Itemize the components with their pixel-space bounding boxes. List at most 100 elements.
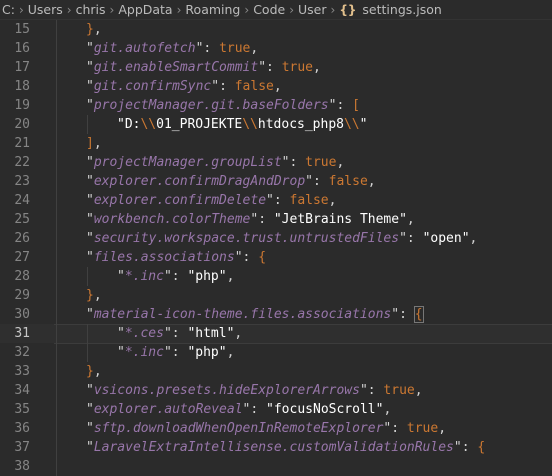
line-number: 19 — [14, 98, 30, 113]
code-line[interactable]: 15}, — [0, 20, 552, 39]
code-text[interactable]: "explorer.confirmDelete": false, — [86, 191, 336, 210]
breadcrumb-item[interactable]: chris — [74, 2, 108, 17]
indent-guide — [56, 115, 57, 134]
code-line[interactable]: 23 "explorer.confirmDragAndDrop": false, — [0, 172, 552, 191]
breadcrumb: C: › Users › chris › AppData › Roaming › Code › User… — [0, 0, 552, 20]
line-number: 30 — [14, 307, 30, 322]
code-line[interactable]: 36 "sftp.downloadWhenOpenInRemoteExplorer… — [0, 419, 552, 438]
line-number: 37 — [14, 440, 30, 455]
code-line[interactable]: 38 — [0, 457, 552, 476]
breadcrumb-item[interactable]: AppData — [116, 2, 174, 17]
code-editor[interactable]: 15}, 16 "git.autofetch": true, 17 "git.enabl… — [0, 20, 552, 476]
code-text[interactable]: }, — [86, 20, 102, 39]
code-line[interactable]: 20 "D:\\01_PROJEKTE\\htdocs_php8\\" — [0, 115, 552, 134]
code-line[interactable]: 21], — [0, 134, 552, 153]
line-number: 31 — [14, 326, 30, 341]
indent-guide — [56, 343, 57, 362]
line-number: 28 — [14, 269, 30, 284]
indent-guide — [56, 267, 57, 286]
breadcrumb-file[interactable]: settings.json — [360, 2, 443, 17]
breadcrumb-item[interactable]: Code — [251, 2, 287, 17]
indent-guide — [56, 39, 57, 58]
code-line[interactable]: 35 "explorer.autoReveal": "focusNoScroll"… — [0, 400, 552, 419]
code-text[interactable]: "security.workspace.trust.untrustedFiles… — [86, 229, 477, 248]
breadcrumb-separator-icon: › — [330, 2, 336, 17]
code-line[interactable]: 32 "*.inc": "php", — [0, 343, 552, 362]
line-number: 32 — [14, 345, 30, 360]
code-text[interactable]: "LaravelExtraIntellisense.customValidati… — [86, 438, 485, 457]
code-line[interactable]: 17 "git.enableSmartCommit": true, — [0, 58, 552, 77]
indent-guide — [56, 286, 57, 305]
line-number: 20 — [14, 117, 30, 132]
code-text[interactable]: "vsicons.presets.hideExplorerArrows": tr… — [86, 381, 423, 400]
indent-guide — [56, 381, 57, 400]
code-text[interactable]: "*.inc": "php", — [117, 267, 234, 286]
code-line[interactable]: 31 "*.ces": "html", — [0, 324, 552, 344]
line-number: 23 — [14, 174, 30, 189]
code-text[interactable]: "*.ces": "html", — [117, 324, 242, 343]
code-line[interactable]: 24 "explorer.confirmDelete": false, — [0, 191, 552, 210]
line-number: 36 — [14, 421, 30, 436]
indent-guide — [56, 20, 57, 39]
line-number: 16 — [14, 41, 30, 56]
breadcrumb-separator-icon: › — [289, 2, 295, 17]
breadcrumb-item[interactable]: C: — [0, 2, 17, 17]
breadcrumb-separator-icon: › — [66, 2, 72, 17]
code-text[interactable]: "git.confirmSync": false, — [86, 77, 282, 96]
code-text[interactable]: }, — [86, 286, 102, 305]
code-line[interactable]: 30 "material-icon-theme.files.association… — [0, 305, 552, 324]
indent-guide — [56, 305, 57, 324]
breadcrumb-item[interactable]: Roaming — [183, 2, 242, 17]
indent-guide — [56, 400, 57, 419]
breadcrumb-separator-icon: › — [176, 2, 182, 17]
line-number: 26 — [14, 231, 30, 246]
indent-guide — [87, 267, 88, 286]
code-line[interactable]: 19 "projectManager.git.baseFolders": [ — [0, 96, 552, 115]
code-line[interactable]: 34 "vsicons.presets.hideExplorerArrows": … — [0, 381, 552, 400]
code-text[interactable]: "material-icon-theme.files.associations"… — [86, 305, 424, 324]
code-line[interactable]: 28 "*.inc": "php", — [0, 267, 552, 286]
code-line[interactable]: 16 "git.autofetch": true, — [0, 39, 552, 58]
code-text[interactable]: "files.associations": { — [86, 248, 266, 267]
code-text[interactable]: "git.enableSmartCommit": true, — [86, 58, 321, 77]
code-text[interactable]: "git.autofetch": true, — [86, 39, 258, 58]
line-number: 25 — [14, 212, 30, 227]
code-text[interactable]: }, — [86, 362, 102, 381]
json-file-icon: {} — [339, 2, 357, 17]
indent-guide — [87, 115, 88, 134]
code-text[interactable]: "workbench.colorTheme": "JetBrains Theme… — [86, 210, 415, 229]
code-line[interactable]: 22 "projectManager.groupList": true, — [0, 153, 552, 172]
code-text[interactable]: "explorer.confirmDragAndDrop": false, — [86, 172, 376, 191]
code-text[interactable]: "projectManager.git.baseFolders": [ — [86, 96, 360, 115]
code-text[interactable]: "projectManager.groupList": true, — [86, 153, 344, 172]
code-line[interactable]: 33}, — [0, 362, 552, 381]
breadcrumb-separator-icon: › — [109, 2, 115, 17]
indent-guide — [56, 210, 57, 229]
code-text[interactable]: "*.inc": "php", — [117, 343, 234, 362]
indent-guide — [56, 77, 57, 96]
indent-guide — [56, 58, 57, 77]
line-number: 27 — [14, 250, 30, 265]
code-text[interactable]: "explorer.autoReveal": "focusNoScroll", — [86, 400, 391, 419]
line-number: 22 — [14, 155, 30, 170]
indent-guide — [56, 96, 57, 115]
breadcrumb-separator-icon: › — [244, 2, 250, 17]
code-text[interactable]: "sftp.downloadWhenOpenInRemoteExplorer":… — [86, 419, 446, 438]
code-line[interactable]: 26 "security.workspace.trust.untrustedFil… — [0, 229, 552, 248]
line-number: 24 — [14, 193, 30, 208]
code-line[interactable]: 37 "LaravelExtraIntellisense.customValida… — [0, 438, 552, 457]
code-line[interactable]: 18 "git.confirmSync": false, — [0, 77, 552, 96]
breadcrumb-item[interactable]: Users — [26, 2, 65, 17]
code-text[interactable]: ], — [86, 134, 102, 153]
line-number: 33 — [14, 364, 30, 379]
code-line[interactable]: 27 "files.associations": { — [0, 248, 552, 267]
code-text[interactable]: "D:\\01_PROJEKTE\\htdocs_php8\\" — [117, 115, 367, 134]
indent-guide — [87, 324, 88, 343]
code-line[interactable]: 29}, — [0, 286, 552, 305]
code-line[interactable]: 25 "workbench.colorTheme": "JetBrains The… — [0, 210, 552, 229]
indent-guide — [56, 419, 57, 438]
line-number: 29 — [14, 288, 30, 303]
indent-guide — [87, 343, 88, 362]
line-number: 21 — [14, 136, 30, 151]
breadcrumb-item[interactable]: User — [296, 2, 329, 17]
